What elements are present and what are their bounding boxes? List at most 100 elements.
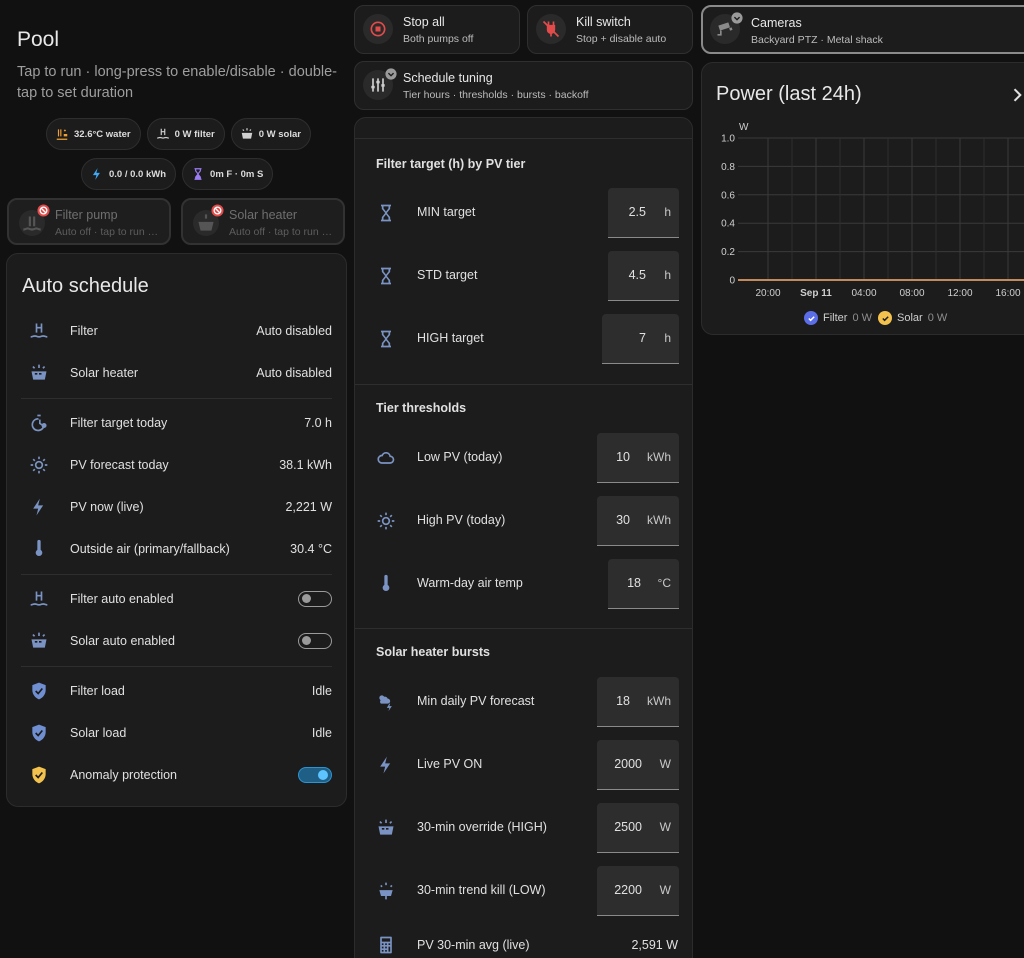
x-tick-label: 16:00	[995, 288, 1020, 299]
legend-item-filter[interactable]: Filter 0 W	[804, 311, 872, 325]
solar-panel-icon	[31, 364, 47, 380]
chevron-right-icon[interactable]	[1007, 85, 1024, 105]
pool-icon	[156, 128, 169, 139]
input-unit: kWh	[647, 694, 671, 708]
tuning-row-trend-kill-low: 30-min trend kill (LOW) 2200 W	[355, 866, 692, 916]
high-pv-input[interactable]: 30 kWh	[597, 496, 679, 546]
row-label: Solar auto enabled	[70, 634, 175, 648]
y-tick-label: 0.4	[721, 219, 735, 230]
tuning-row-warm-day-temp: Warm-day air temp 18 °C	[355, 559, 692, 609]
chevron-down-icon	[385, 68, 397, 80]
chart-title: Power (last 24h)	[716, 83, 862, 105]
divider	[355, 628, 692, 629]
power-chart-card: Power (last 24h) W 0 0.2 0.4 0.6 0.8 1.0 20:00 S…	[701, 62, 1024, 335]
solar-panel-icon	[378, 819, 394, 835]
lightning-icon	[33, 498, 44, 516]
x-tick-label: 12:00	[947, 288, 972, 299]
trend-kill-low-input[interactable]: 2200 W	[597, 866, 679, 916]
pool-icon	[30, 591, 48, 606]
legend-item-solar[interactable]: Solar 0 W	[878, 311, 947, 325]
input-unit: kWh	[647, 450, 671, 464]
shield-check-icon	[32, 724, 46, 742]
input-value: 30	[616, 513, 630, 527]
pool-heater-icon	[56, 129, 68, 140]
std-target-input[interactable]: 4.5 h	[608, 251, 679, 301]
input-unit: W	[659, 883, 671, 897]
input-unit: h	[664, 331, 671, 345]
auto-row-solar-heater[interactable]: Solar heater Auto disabled	[7, 352, 346, 394]
weather-partly-lightning-icon	[379, 695, 392, 712]
filter-auto-toggle[interactable]	[298, 591, 332, 607]
anomaly-protection-toggle[interactable]	[298, 767, 332, 783]
row-label: Filter	[70, 324, 98, 338]
min-target-input[interactable]: 2.5 h	[608, 188, 679, 238]
auto-row-pv-forecast[interactable]: PV forecast today 38.1 kWh	[7, 444, 346, 486]
hourglass-icon	[381, 330, 391, 348]
timer-cog-icon	[31, 414, 47, 432]
stop-circle-icon	[363, 14, 393, 44]
row-label: PV now (live)	[70, 500, 144, 514]
thermometer-icon	[382, 574, 390, 592]
disabled-badge-icon	[211, 204, 224, 217]
row-label: MIN target	[417, 205, 476, 219]
override-high-input[interactable]: 2500 W	[597, 803, 679, 853]
row-label: Warm-day air temp	[417, 576, 523, 590]
filter-pump-tile[interactable]: Filter pump Auto off · tap to run …	[7, 198, 171, 245]
button-subtitle: Both pumps off	[403, 33, 474, 45]
solar-heater-tile[interactable]: Solar heater Auto off · tap to run …	[181, 198, 345, 245]
row-label: Live PV ON	[417, 757, 483, 771]
row-label: PV 30-min avg (live)	[417, 938, 530, 952]
section-title-solar-bursts: Solar heater bursts	[376, 645, 490, 659]
auto-schedule-card: Auto schedule Filter Auto disabled Solar…	[6, 253, 347, 807]
auto-row-filter-target[interactable]: Filter target today 7.0 h	[7, 402, 346, 444]
auto-row-anomaly-protection[interactable]: Anomaly protection	[7, 754, 346, 796]
status-chips-row-2: 0.0 / 0.0 kWh 0m F · 0m S	[81, 158, 274, 190]
row-value: 2,591 W	[631, 938, 678, 952]
y-tick-label: 0.2	[721, 247, 735, 258]
legend-name: Filter	[823, 312, 848, 324]
section-title-tier-thresholds: Tier thresholds	[376, 401, 467, 415]
cameras-button[interactable]: Cameras Backyard PTZ · Metal shack	[701, 5, 1024, 54]
sun-icon	[30, 456, 48, 474]
solar-power-chip[interactable]: 0 W solar	[230, 118, 311, 150]
auto-row-pv-now[interactable]: PV now (live) 2,221 W	[7, 486, 346, 528]
filter-power-chip[interactable]: 0 W filter	[146, 118, 225, 150]
auto-row-solar-load[interactable]: Solar load Idle	[7, 712, 346, 754]
warm-day-temp-input[interactable]: 18 °C	[608, 559, 679, 609]
water-temp-chip[interactable]: 32.6°C water	[46, 118, 141, 150]
chip-label: 32.6°C water	[74, 128, 131, 140]
chip-label: 0m F · 0m S	[210, 168, 264, 180]
auto-row-solar-auto-enabled[interactable]: Solar auto enabled	[7, 620, 346, 662]
kill-switch-button[interactable]: Kill switch Stop + disable auto	[527, 5, 693, 54]
auto-row-filter-load[interactable]: Filter load Idle	[7, 670, 346, 712]
auto-row-filter[interactable]: Filter Auto disabled	[7, 310, 346, 352]
input-value: 7	[639, 331, 646, 345]
energy-chip[interactable]: 0.0 / 0.0 kWh	[81, 158, 177, 190]
auto-row-outside-air[interactable]: Outside air (primary/fallback) 30.4 °C	[7, 528, 346, 570]
low-pv-input[interactable]: 10 kWh	[597, 433, 679, 483]
input-value: 4.5	[628, 268, 646, 282]
hourglass-icon	[381, 267, 391, 285]
solar-auto-toggle[interactable]	[298, 633, 332, 649]
button-subtitle: Tier hours · thresholds · bursts · backo…	[403, 89, 589, 101]
schedule-tuning-button[interactable]: Schedule tuning Tier hours · thresholds …	[354, 61, 693, 110]
y-tick-label: 1.0	[721, 134, 735, 145]
auto-row-filter-auto-enabled[interactable]: Filter auto enabled	[7, 578, 346, 620]
row-label: Filter target today	[70, 416, 168, 430]
input-unit: h	[664, 205, 671, 219]
x-tick-label: 04:00	[851, 288, 876, 299]
tuning-row-high-target: HIGH target 7 h	[355, 314, 692, 364]
runtime-chip[interactable]: 0m F · 0m S	[182, 158, 274, 190]
input-value: 2000	[614, 757, 642, 771]
stop-all-button[interactable]: Stop all Both pumps off	[354, 5, 520, 54]
min-daily-pv-input[interactable]: 18 kWh	[597, 677, 679, 727]
row-value: Auto disabled	[256, 324, 332, 338]
tuning-row-min-target: MIN target 2.5 h	[355, 188, 692, 238]
button-title: Schedule tuning	[403, 71, 493, 85]
input-value: 10	[616, 450, 630, 464]
legend-value: 0 W	[927, 312, 948, 324]
row-label: 30-min override (HIGH)	[417, 820, 547, 834]
live-pv-on-input[interactable]: 2000 W	[597, 740, 679, 790]
high-target-input[interactable]: 7 h	[602, 314, 679, 364]
row-value: 30.4 °C	[290, 542, 332, 556]
